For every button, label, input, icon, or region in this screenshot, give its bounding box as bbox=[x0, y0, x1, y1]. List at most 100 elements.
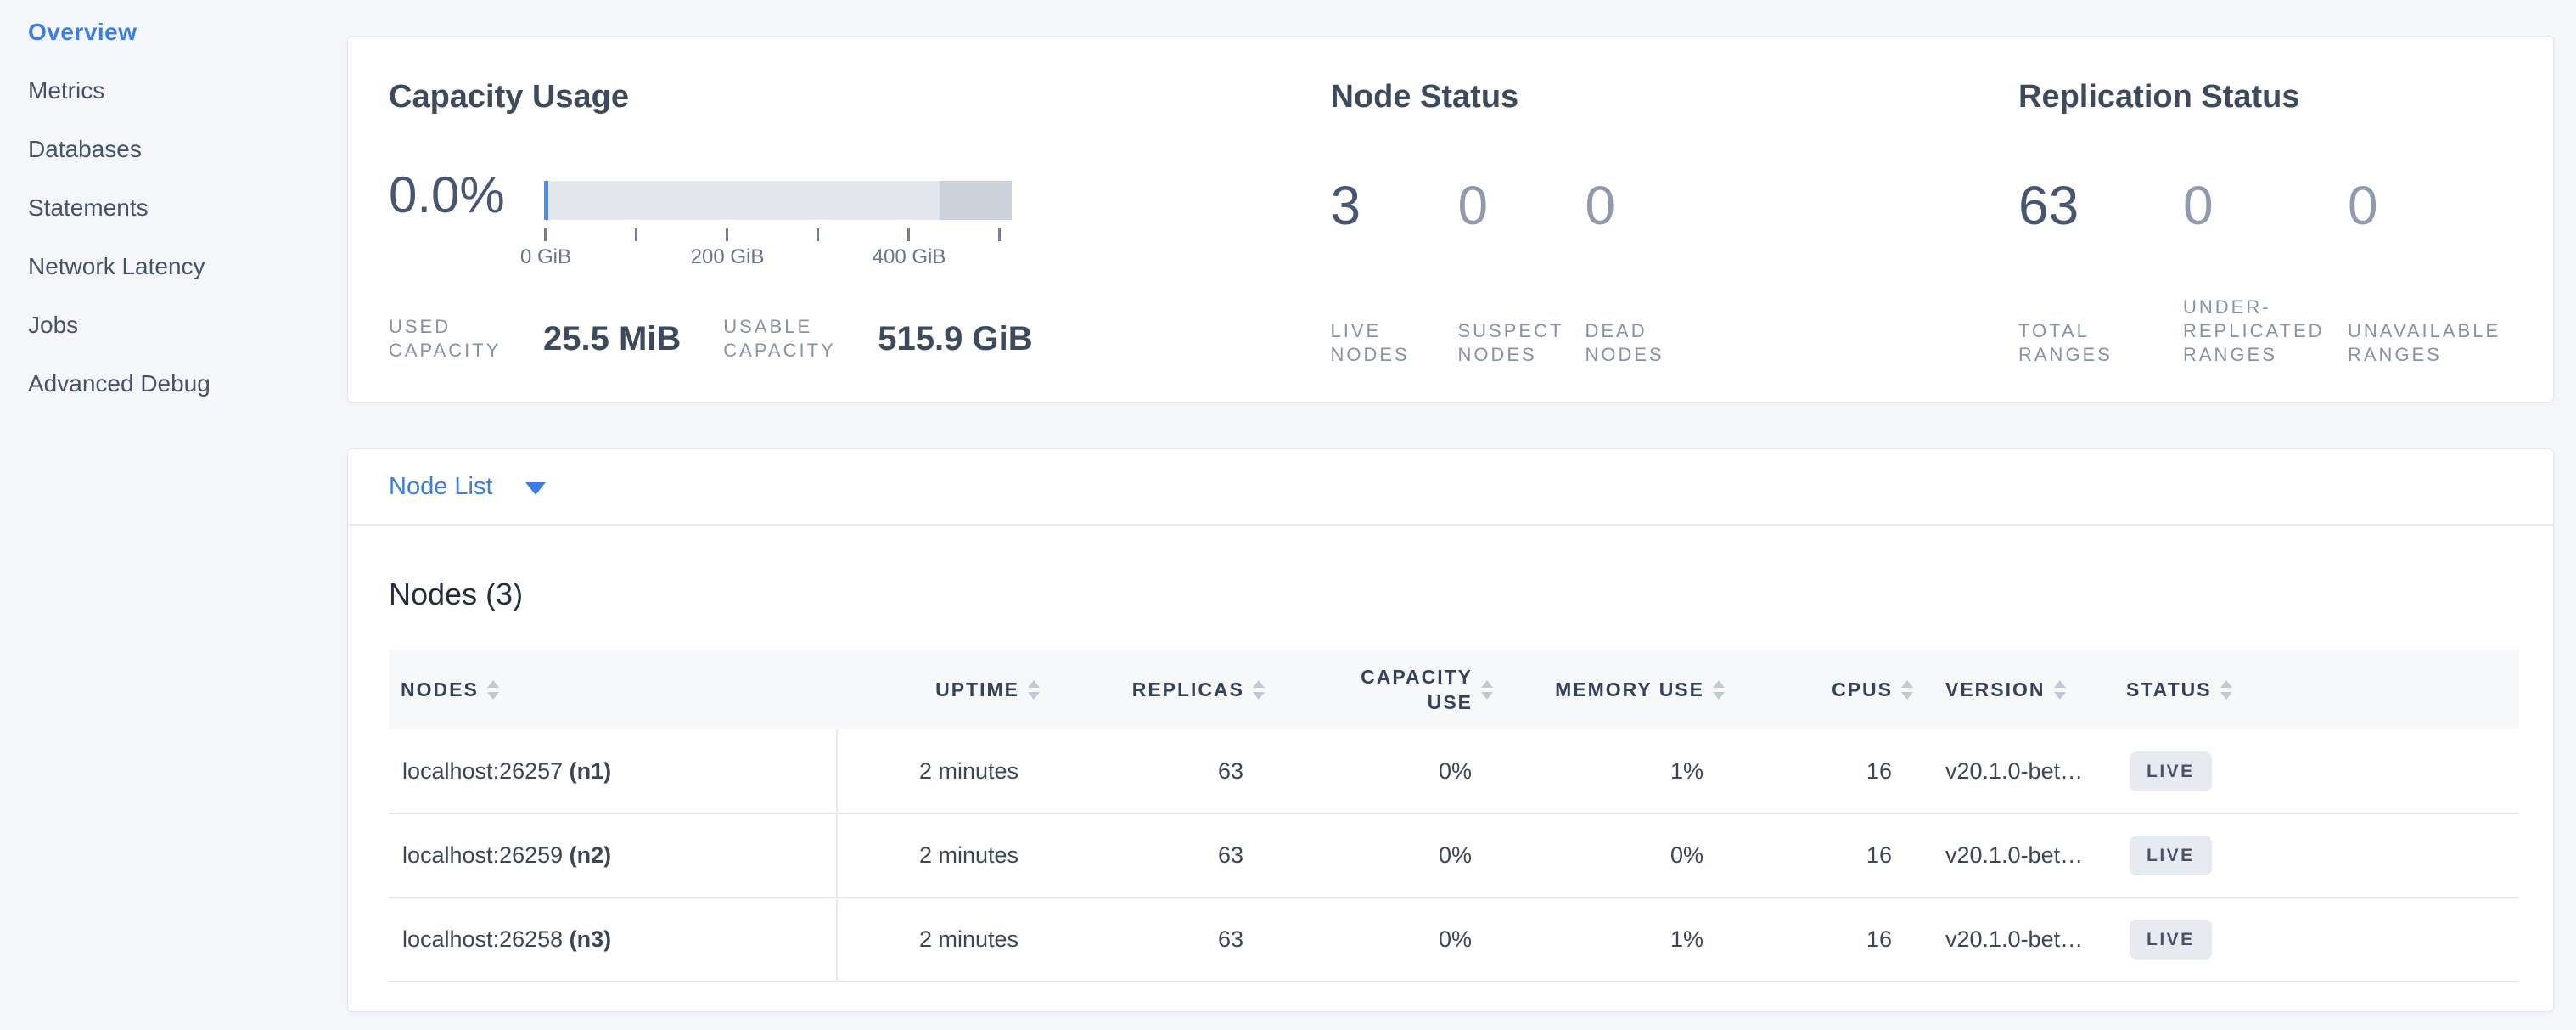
column-label: REPLICAS bbox=[1132, 677, 1244, 702]
sidebar-item-metrics[interactable]: Metrics bbox=[0, 61, 344, 120]
node-row: localhost:26257 (n1) 2 minutes 63 0% 1% … bbox=[389, 729, 2519, 813]
node-address-cell[interactable]: localhost:26259 (n2) bbox=[389, 813, 837, 898]
capacity-usage-title: Capacity Usage bbox=[389, 77, 1330, 116]
sort-icon bbox=[1028, 680, 1040, 700]
sidebar-item-databases[interactable]: Databases bbox=[0, 120, 344, 178]
axis-tick bbox=[907, 228, 910, 241]
sidebar-item-statements[interactable]: Statements bbox=[0, 178, 344, 237]
total-ranges-label: TOTAL RANGES bbox=[2018, 319, 2183, 367]
sort-icon bbox=[1481, 680, 1493, 700]
node-list-dropdown[interactable]: Node List bbox=[389, 473, 546, 501]
memory-use-cell: 1% bbox=[1507, 729, 1738, 813]
dead-nodes-label: DEAD NODES bbox=[1585, 319, 1712, 367]
column-header-nodes[interactable]: NODES bbox=[389, 650, 837, 729]
column-header-replicas[interactable]: REPLICAS bbox=[1053, 650, 1278, 729]
dead-nodes-value: 0 bbox=[1585, 178, 1712, 233]
sort-icon bbox=[487, 680, 499, 700]
node-status-section: Node Status 3 LIVE NODES 0 SUSPECT NODES… bbox=[1330, 77, 2018, 402]
column-label: MEMORY USE bbox=[1555, 677, 1704, 702]
axis-tick bbox=[635, 228, 637, 241]
status-badge: LIVE bbox=[2130, 836, 2212, 875]
capacity-stats: USED CAPACITY 25.5 MiB USABLE CAPACITY 5… bbox=[389, 315, 1330, 363]
live-nodes-label: LIVE NODES bbox=[1330, 319, 1457, 367]
usable-capacity-value: 515.9 GiB bbox=[878, 320, 1032, 358]
node-address-cell[interactable]: localhost:26258 (n3) bbox=[389, 898, 837, 982]
node-id: (n3) bbox=[570, 926, 612, 952]
column-header-capacity-use[interactable]: CAPACITY USE bbox=[1278, 650, 1507, 729]
nodes-count-heading: Nodes (3) bbox=[389, 577, 2517, 612]
total-ranges-stat: 63 TOTAL RANGES bbox=[2018, 178, 2183, 367]
unavailable-ranges-value: 0 bbox=[2348, 178, 2512, 233]
unavailable-ranges-label: UNAVAILABLE RANGES bbox=[2348, 319, 2512, 367]
capacity-gauge-bar bbox=[544, 181, 1012, 220]
cluster-summary-card: Capacity Usage 0.0% bbox=[347, 36, 2554, 402]
replicas-cell: 63 bbox=[1053, 898, 1278, 982]
capacity-use-cell: 0% bbox=[1278, 898, 1507, 982]
sort-icon bbox=[1901, 680, 1913, 700]
capacity-use-cell: 0% bbox=[1278, 813, 1507, 898]
sort-icon bbox=[2054, 680, 2066, 700]
node-address-cell[interactable]: localhost:26257 (n1) bbox=[389, 729, 837, 813]
version-cell: v20.1.0-bet… bbox=[1927, 729, 2101, 813]
used-capacity-label: USED CAPACITY bbox=[389, 315, 543, 363]
replicas-cell: 63 bbox=[1053, 729, 1278, 813]
axis-label: 200 GiB bbox=[691, 245, 765, 269]
replication-status-title: Replication Status bbox=[2018, 77, 2512, 116]
column-header-uptime[interactable]: UPTIME bbox=[837, 650, 1053, 729]
sidebar-item-overview[interactable]: Overview bbox=[0, 3, 344, 61]
status-badge: LIVE bbox=[2130, 751, 2212, 791]
version-cell: v20.1.0-bet… bbox=[1927, 898, 2101, 982]
usable-capacity-stat: USABLE CAPACITY 515.9 GiB bbox=[723, 315, 1032, 363]
capacity-gauge: 0 GiB 200 GiB 400 GiB bbox=[544, 170, 1012, 273]
column-label: STATUS bbox=[2126, 677, 2212, 702]
memory-use-cell: 1% bbox=[1507, 898, 1738, 982]
overview-page: Overview Metrics Databases Statements Ne… bbox=[0, 0, 2576, 1030]
sort-icon bbox=[1253, 680, 1265, 700]
replication-status-stats: 63 TOTAL RANGES 0 UNDER- REPLICATED RANG… bbox=[2018, 178, 2512, 367]
memory-use-cell: 0% bbox=[1507, 813, 1738, 898]
node-row: localhost:26258 (n3) 2 minutes 63 0% 1% … bbox=[389, 898, 2519, 982]
axis-tick bbox=[544, 228, 547, 241]
capacity-gauge-labels: 0 GiB 200 GiB 400 GiB bbox=[544, 245, 1012, 273]
unavailable-ranges-stat: 0 UNAVAILABLE RANGES bbox=[2348, 178, 2512, 367]
axis-label: 0 GiB bbox=[520, 245, 571, 269]
sidebar-item-advanced-debug[interactable]: Advanced Debug bbox=[0, 354, 344, 413]
column-label: CAPACITY USE bbox=[1361, 664, 1473, 715]
status-cell: LIVE bbox=[2101, 898, 2519, 982]
node-address: localhost:26257 bbox=[402, 758, 563, 784]
cpus-cell: 16 bbox=[1738, 729, 1927, 813]
version-cell: v20.1.0-bet… bbox=[1927, 813, 2101, 898]
column-label: NODES bbox=[401, 677, 479, 702]
axis-label: 400 GiB bbox=[873, 245, 946, 269]
dead-nodes-stat: 0 DEAD NODES bbox=[1585, 178, 1712, 367]
column-label: UPTIME bbox=[935, 677, 1019, 702]
status-cell: LIVE bbox=[2101, 813, 2519, 898]
capacity-gauge-axis bbox=[544, 223, 1012, 244]
suspect-nodes-stat: 0 SUSPECT NODES bbox=[1457, 178, 1585, 367]
node-list-header: Node List bbox=[348, 449, 2553, 526]
sidebar-item-network-latency[interactable]: Network Latency bbox=[0, 237, 344, 295]
capacity-gauge-row: 0.0% 0 GiB bbox=[389, 170, 1330, 273]
status-badge: LIVE bbox=[2130, 920, 2212, 960]
suspect-nodes-value: 0 bbox=[1457, 178, 1585, 233]
column-header-memory-use[interactable]: MEMORY USE bbox=[1507, 650, 1738, 729]
column-header-cpus[interactable]: CPUS bbox=[1738, 650, 1927, 729]
uptime-cell: 2 minutes bbox=[837, 729, 1053, 813]
sort-icon bbox=[2220, 680, 2232, 700]
capacity-gauge-used-segment bbox=[544, 181, 548, 220]
axis-tick bbox=[817, 228, 819, 241]
node-address: localhost:26259 bbox=[402, 842, 563, 868]
node-id: (n1) bbox=[570, 758, 612, 784]
nodes-table-header-row: NODES UPTIME REPLICAS CAPACITY USE bbox=[389, 650, 2519, 729]
column-header-version[interactable]: VERSION bbox=[1927, 650, 2101, 729]
sidebar: Overview Metrics Databases Statements Ne… bbox=[0, 0, 344, 1030]
capacity-usage-section: Capacity Usage 0.0% bbox=[389, 77, 1330, 402]
uptime-cell: 2 minutes bbox=[837, 898, 1053, 982]
axis-tick bbox=[726, 228, 728, 241]
chevron-down-icon bbox=[525, 482, 546, 495]
node-status-title: Node Status bbox=[1330, 77, 2018, 116]
node-list-dropdown-label: Node List bbox=[389, 473, 493, 501]
sidebar-item-jobs[interactable]: Jobs bbox=[0, 295, 344, 354]
column-header-status[interactable]: STATUS bbox=[2101, 650, 2519, 729]
suspect-nodes-label: SUSPECT NODES bbox=[1457, 319, 1585, 367]
